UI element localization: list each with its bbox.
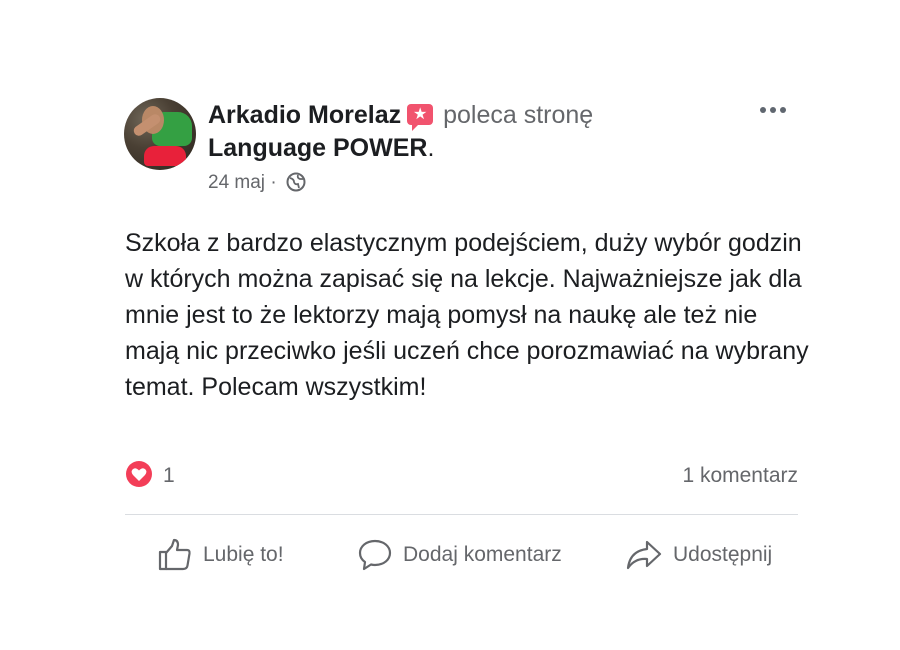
author-name[interactable]: Arkadio Morelaz bbox=[208, 101, 401, 129]
comments-count-link[interactable]: 1 komentarz bbox=[682, 462, 798, 490]
meta-separator: · bbox=[270, 172, 277, 193]
comment-bubble-icon bbox=[358, 539, 392, 571]
divider bbox=[125, 514, 798, 515]
post-header-line: Arkadio Morelaz ★ poleca stronę bbox=[208, 99, 593, 131]
share-button[interactable]: Udostępnij bbox=[625, 533, 772, 577]
like-label: Lubię to! bbox=[203, 543, 284, 566]
comment-label: Dodaj komentarz bbox=[403, 543, 562, 566]
reaction-count: 1 bbox=[163, 464, 175, 487]
author-avatar[interactable] bbox=[124, 98, 196, 170]
recommend-badge-icon: ★ bbox=[407, 104, 434, 131]
post-text: Szkoła z bardzo elastycznym podejściem, … bbox=[125, 229, 809, 401]
reactions-summary[interactable]: 1 bbox=[125, 460, 175, 493]
globe-icon bbox=[286, 172, 306, 200]
thumbs-up-icon bbox=[158, 538, 191, 571]
share-arrow-icon bbox=[626, 540, 662, 570]
like-button[interactable]: Lubię to! bbox=[157, 533, 284, 577]
comment-button[interactable]: Dodaj komentarz bbox=[357, 533, 562, 577]
post-meta: 24 maj · bbox=[208, 170, 306, 200]
page-line: Language POWER. bbox=[208, 132, 434, 164]
share-label: Udostępnij bbox=[673, 543, 773, 566]
more-options-icon[interactable] bbox=[756, 98, 790, 122]
heart-reaction-icon bbox=[125, 460, 153, 493]
page-name-link[interactable]: Language POWER bbox=[208, 134, 427, 162]
page-suffix: . bbox=[427, 134, 435, 162]
recommends-label: poleca stronę bbox=[443, 101, 594, 129]
post-date[interactable]: 24 maj bbox=[208, 172, 265, 193]
